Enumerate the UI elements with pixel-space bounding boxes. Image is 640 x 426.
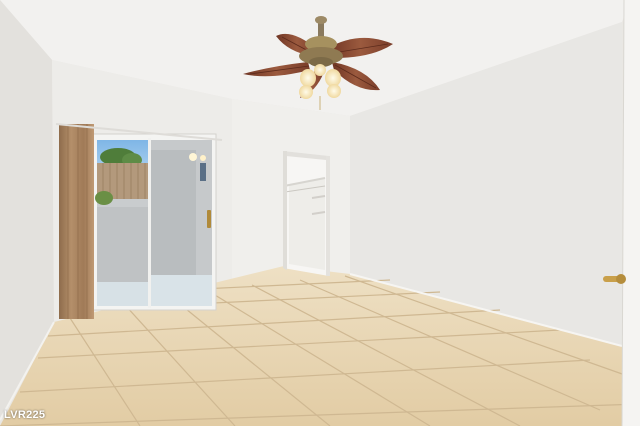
- fan-light-3: [299, 85, 313, 99]
- door-latch[interactable]: [207, 210, 211, 228]
- sliding-glass-door[interactable]: [92, 133, 217, 311]
- curtain[interactable]: [59, 124, 94, 319]
- empty-bedroom-photo: LVR225: [0, 0, 640, 426]
- room-illustration: [0, 0, 640, 426]
- fan-light-4: [327, 84, 341, 98]
- closet-doorway[interactable]: [283, 151, 330, 276]
- watermark-text: LVR225: [4, 409, 46, 421]
- entry-door[interactable]: [621, 0, 640, 426]
- fan-light-5: [314, 64, 326, 76]
- fan-light-1: [300, 69, 316, 87]
- patio-light: [189, 153, 197, 161]
